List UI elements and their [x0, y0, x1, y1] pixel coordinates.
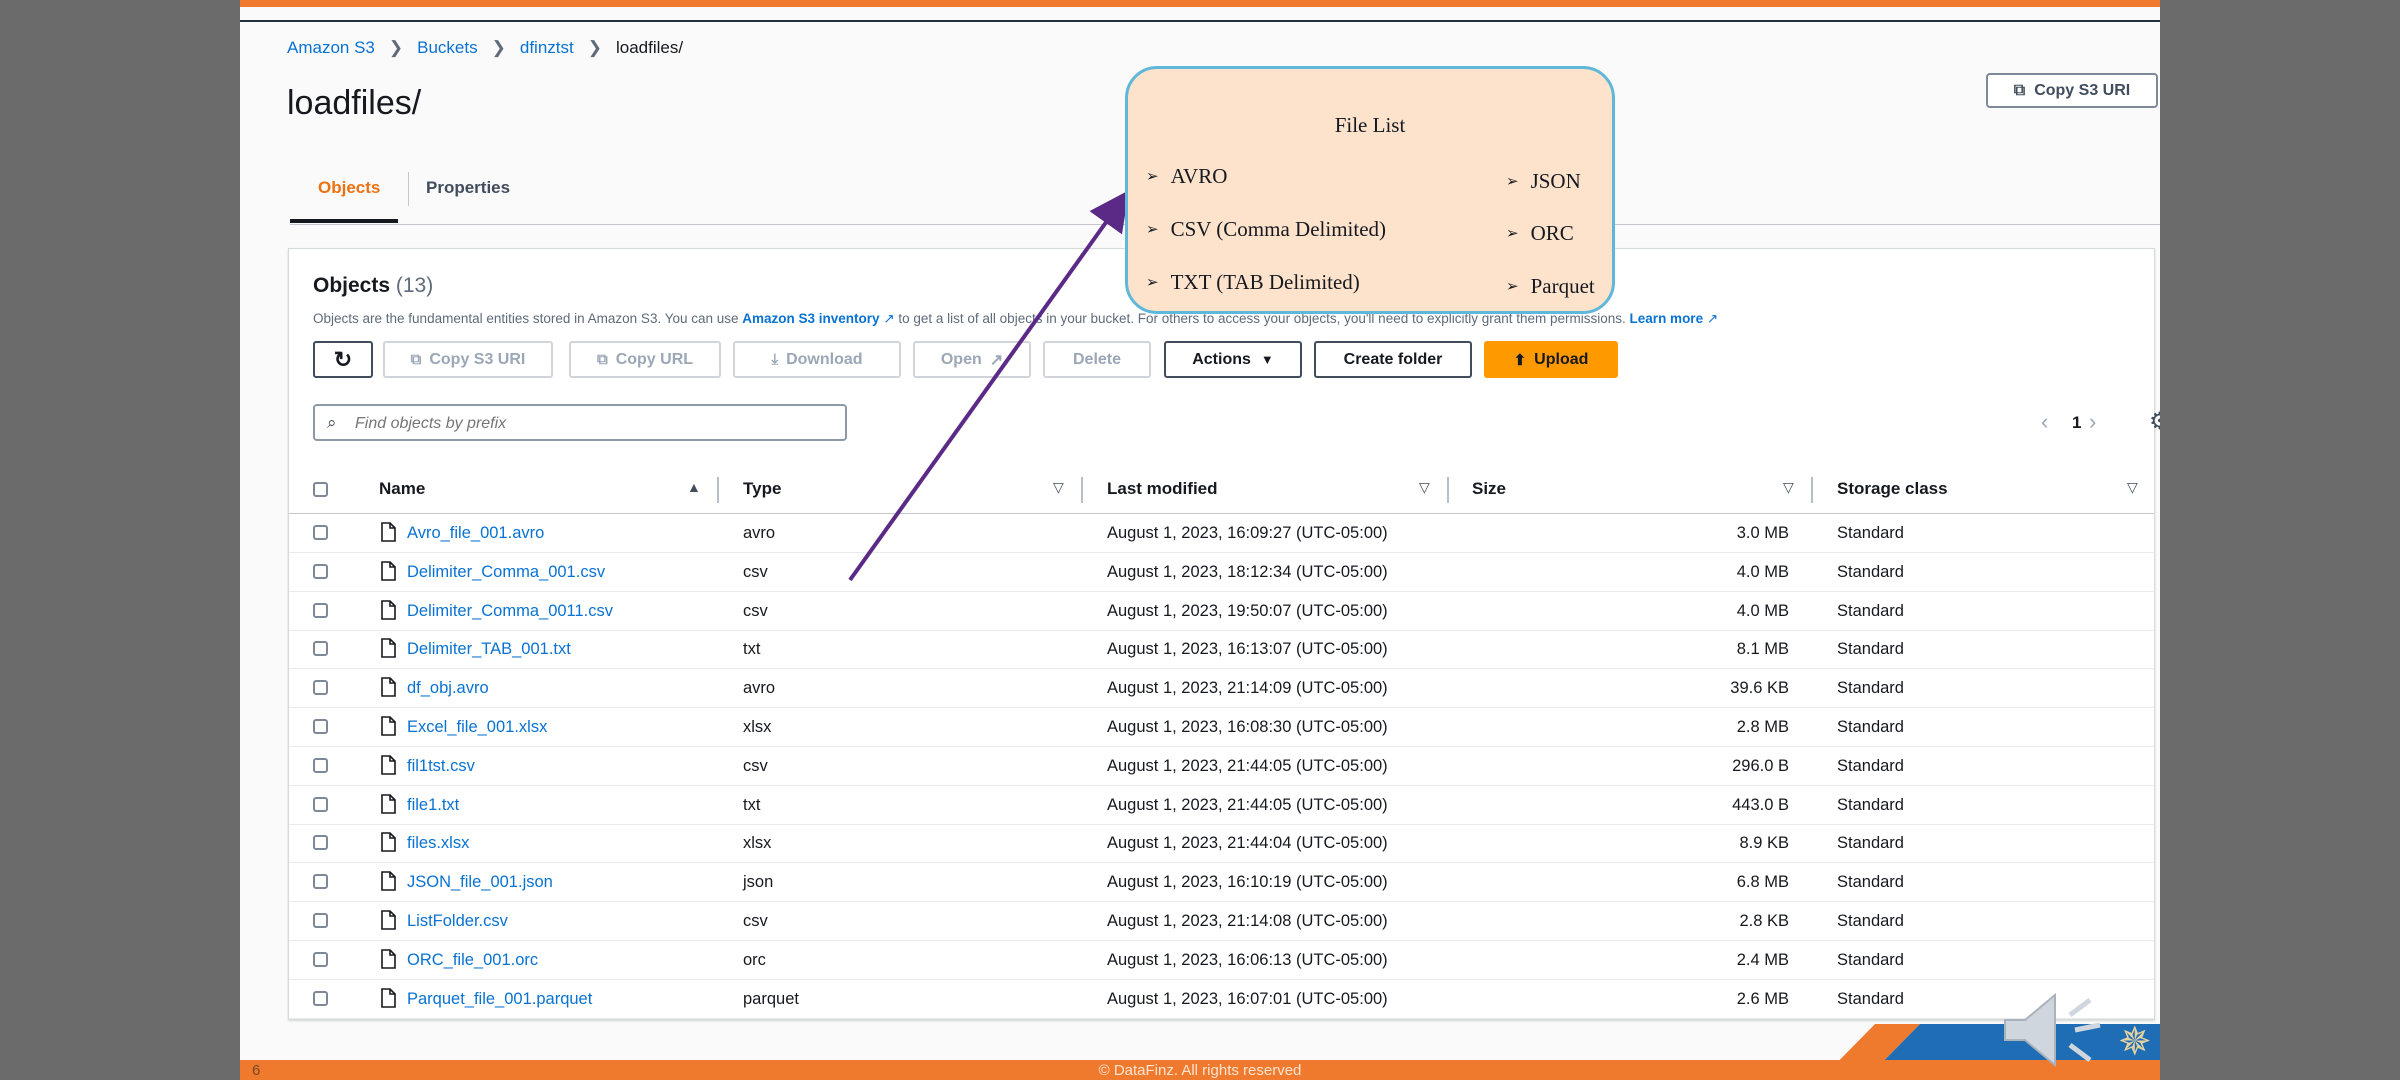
callout-item-avro: AVRO [1146, 164, 1228, 189]
speaker-icon: ✵ [2000, 985, 2152, 1080]
callout-item-csv: CSV (Comma Delimited) [1146, 217, 1386, 242]
slide: Amazon S3 ❯ Buckets ❯ dfinztst ❯ loadfil… [240, 0, 2160, 1080]
file-list-callout: File List AVRO CSV (Comma Delimited) TXT… [1125, 66, 1615, 314]
svg-text:✵: ✵ [2118, 1019, 2150, 1065]
callout-item-parquet: Parquet [1506, 274, 1595, 299]
callout-item-txt: TXT (TAB Delimited) [1146, 270, 1360, 295]
callout-item-orc: ORC [1506, 221, 1574, 246]
callout-item-json: JSON [1506, 169, 1581, 194]
callout-title: File List [1334, 113, 1406, 137]
